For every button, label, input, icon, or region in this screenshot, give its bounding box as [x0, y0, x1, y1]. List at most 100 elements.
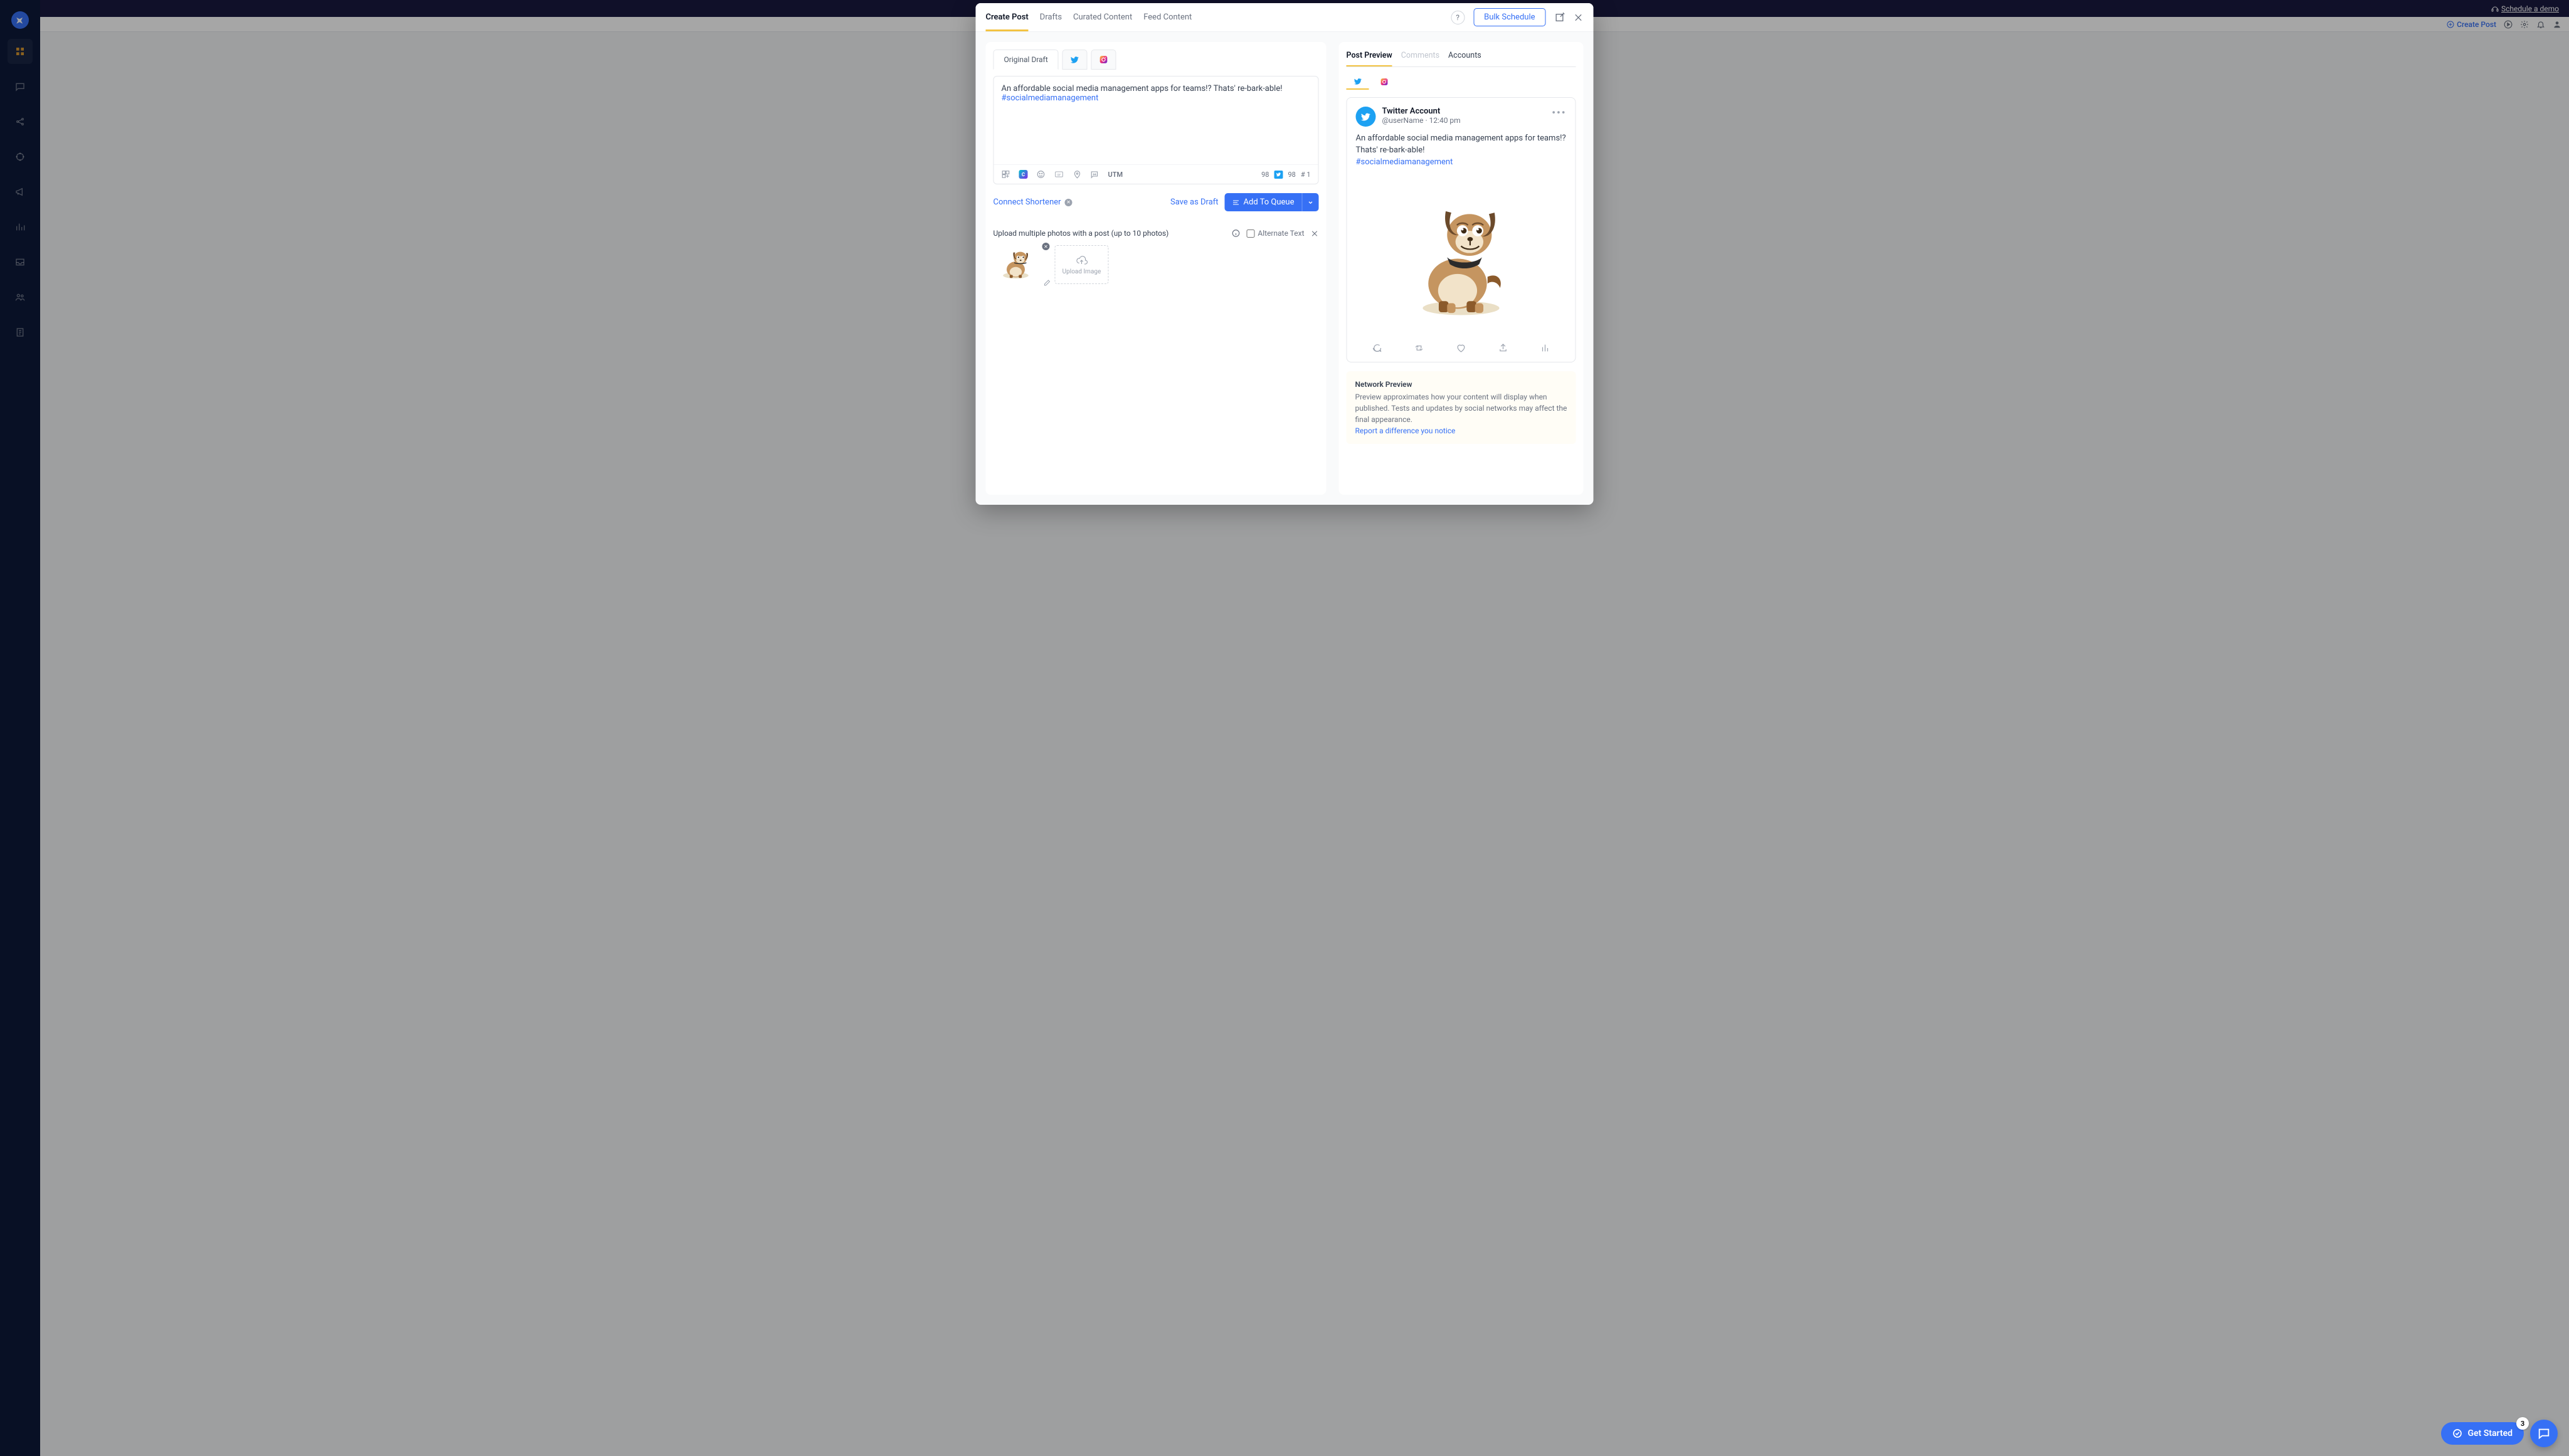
thumbnails-row: ✕ Upload Image	[993, 245, 1319, 284]
get-started-badge: 3	[2516, 1417, 2529, 1430]
toolbar-left: C GIF UTM	[1002, 170, 1123, 179]
twitter-count-badge	[1274, 171, 1283, 179]
tweet-preview: Twitter Account @userName · 12:40 pm •••…	[1347, 97, 1576, 362]
upload-image-button[interactable]: Upload Image	[1055, 245, 1109, 284]
preview-net-twitter[interactable]	[1347, 73, 1369, 90]
preview-tab-comments[interactable]: Comments	[1401, 51, 1439, 66]
emoji-icon[interactable]	[1037, 170, 1046, 179]
queue-dropdown-button[interactable]	[1302, 193, 1319, 211]
edit-thumbnail-icon[interactable]	[1044, 279, 1051, 287]
upload-caption: Upload multiple photos with a post (up t…	[993, 229, 1169, 238]
post-text-content: An affordable social media management ap…	[1002, 84, 1283, 93]
tweet-user: Twitter Account @userName · 12:40 pm	[1356, 107, 1461, 127]
tweet-name: Twitter Account	[1382, 107, 1461, 116]
close-upload-icon[interactable]	[1311, 229, 1319, 238]
twitter-icon	[1353, 77, 1362, 85]
help-button[interactable]: ?	[1451, 11, 1465, 24]
tweet-header: Twitter Account @userName · 12:40 pm •••	[1356, 107, 1567, 127]
svg-text:GIF: GIF	[1057, 173, 1061, 176]
cloud-upload-icon	[1075, 255, 1089, 266]
twitter-char-count: 98	[1288, 171, 1295, 179]
remove-thumbnail-icon[interactable]: ✕	[1042, 243, 1050, 250]
editor-panel: Original Draft An affordable social medi…	[986, 42, 1327, 495]
twitter-icon	[1361, 112, 1371, 122]
info-icon[interactable]	[1231, 229, 1240, 238]
note-title: Network Preview	[1355, 379, 1567, 390]
upload-header: Upload multiple photos with a post (up t…	[993, 229, 1319, 238]
share-icon[interactable]	[1498, 343, 1508, 353]
tab-feed-content[interactable]: Feed Content	[1143, 4, 1192, 31]
tweet-handle: @userName · 12:40 pm	[1382, 116, 1461, 125]
tweet-menu-icon[interactable]: •••	[1552, 107, 1566, 119]
char-count: 98	[1261, 171, 1269, 179]
reply-icon[interactable]	[1372, 343, 1382, 353]
uploaded-thumbnail[interactable]: ✕	[993, 245, 1047, 284]
stats-icon[interactable]	[1540, 343, 1550, 353]
dismiss-shortener-icon[interactable]: ✕	[1065, 199, 1073, 206]
toolbar-right: 98 98 # 1	[1261, 171, 1310, 179]
add-to-queue-button[interactable]: Add To Queue	[1225, 193, 1302, 211]
editor-toolbar: C GIF UTM 98 98 # 1	[994, 164, 1318, 184]
tab-original-draft[interactable]: Original Draft	[993, 50, 1059, 70]
check-circle-icon	[2452, 1428, 2462, 1438]
alternate-text-label: Alternate Text	[1258, 229, 1304, 238]
upload-image-label: Upload Image	[1062, 268, 1101, 275]
preview-network-tabs	[1347, 73, 1576, 90]
like-icon[interactable]	[1456, 343, 1466, 353]
tweet-body: An affordable social media management ap…	[1356, 133, 1567, 169]
create-post-modal: Create Post Drafts Curated Content Feed …	[976, 3, 1594, 505]
tweet-hashtag: #socialmediamanagement	[1356, 157, 1453, 167]
get-started-label: Get Started	[2467, 1428, 2513, 1438]
editor-actions-row: Connect Shortener ✕ Save as Draft Add To…	[993, 193, 1319, 211]
preview-tab-post[interactable]: Post Preview	[1347, 51, 1392, 66]
tab-curated-content[interactable]: Curated Content	[1073, 4, 1132, 31]
tweet-image	[1356, 177, 1567, 334]
preview-tab-accounts[interactable]: Accounts	[1448, 51, 1481, 66]
instagram-icon	[1099, 55, 1108, 64]
modal-body: Original Draft An affordable social medi…	[976, 32, 1594, 505]
right-actions: Save as Draft Add To Queue	[1170, 193, 1319, 211]
tab-create-post[interactable]: Create Post	[986, 4, 1029, 31]
canva-icon[interactable]: C	[1019, 170, 1028, 179]
location-icon[interactable]	[1073, 170, 1082, 179]
save-draft-button[interactable]: Save as Draft	[1170, 198, 1219, 207]
connect-shortener-label: Connect Shortener	[993, 198, 1061, 207]
chat-bubble-button[interactable]	[2530, 1420, 2558, 1447]
get-started-button[interactable]: Get Started 3	[2441, 1422, 2524, 1445]
alternate-text-checkbox[interactable]	[1246, 229, 1254, 238]
utm-button[interactable]: UTM	[1108, 171, 1123, 179]
chat-icon	[2537, 1427, 2551, 1440]
dog-image-icon	[1405, 193, 1518, 319]
tab-instagram[interactable]	[1091, 50, 1116, 70]
upload-header-right: Alternate Text	[1231, 229, 1318, 238]
avatar	[1356, 107, 1376, 127]
hashtag-count: # 1	[1301, 171, 1311, 179]
retweet-icon[interactable]	[1414, 343, 1424, 353]
bulk-schedule-button[interactable]: Bulk Schedule	[1473, 8, 1545, 26]
instagram-icon	[1380, 78, 1388, 86]
expand-icon[interactable]	[1555, 13, 1565, 23]
preview-panel: Post Preview Comments Accounts	[1339, 42, 1584, 495]
report-difference-link[interactable]: Report a difference you notice	[1355, 426, 1456, 435]
twitter-icon	[1071, 55, 1079, 64]
post-text-input[interactable]: An affordable social media management ap…	[994, 76, 1318, 164]
tweet-text: An affordable social media management ap…	[1356, 134, 1566, 155]
tweet-user-info: Twitter Account @userName · 12:40 pm	[1382, 107, 1461, 127]
tab-drafts[interactable]: Drafts	[1040, 4, 1062, 31]
hashtag-suggest-icon[interactable]	[1091, 170, 1099, 179]
preview-tabs: Post Preview Comments Accounts	[1347, 51, 1576, 67]
gif-icon[interactable]: GIF	[1054, 170, 1064, 179]
preview-net-instagram[interactable]	[1373, 73, 1396, 90]
tweet-action-bar	[1356, 343, 1567, 353]
note-body: Preview approximates how your content wi…	[1355, 393, 1567, 424]
alternate-text-toggle[interactable]: Alternate Text	[1246, 229, 1304, 238]
close-icon[interactable]	[1574, 13, 1584, 23]
queue-icon	[1232, 199, 1240, 206]
connect-shortener-link[interactable]: Connect Shortener ✕	[993, 198, 1073, 207]
tab-twitter[interactable]	[1062, 50, 1088, 70]
modal-header: Create Post Drafts Curated Content Feed …	[976, 3, 1594, 32]
modal-tabs: Create Post Drafts Curated Content Feed …	[986, 4, 1192, 31]
dog-image-icon	[993, 245, 1039, 282]
template-icon[interactable]	[1002, 170, 1010, 179]
post-editor: An affordable social media management ap…	[993, 76, 1319, 184]
